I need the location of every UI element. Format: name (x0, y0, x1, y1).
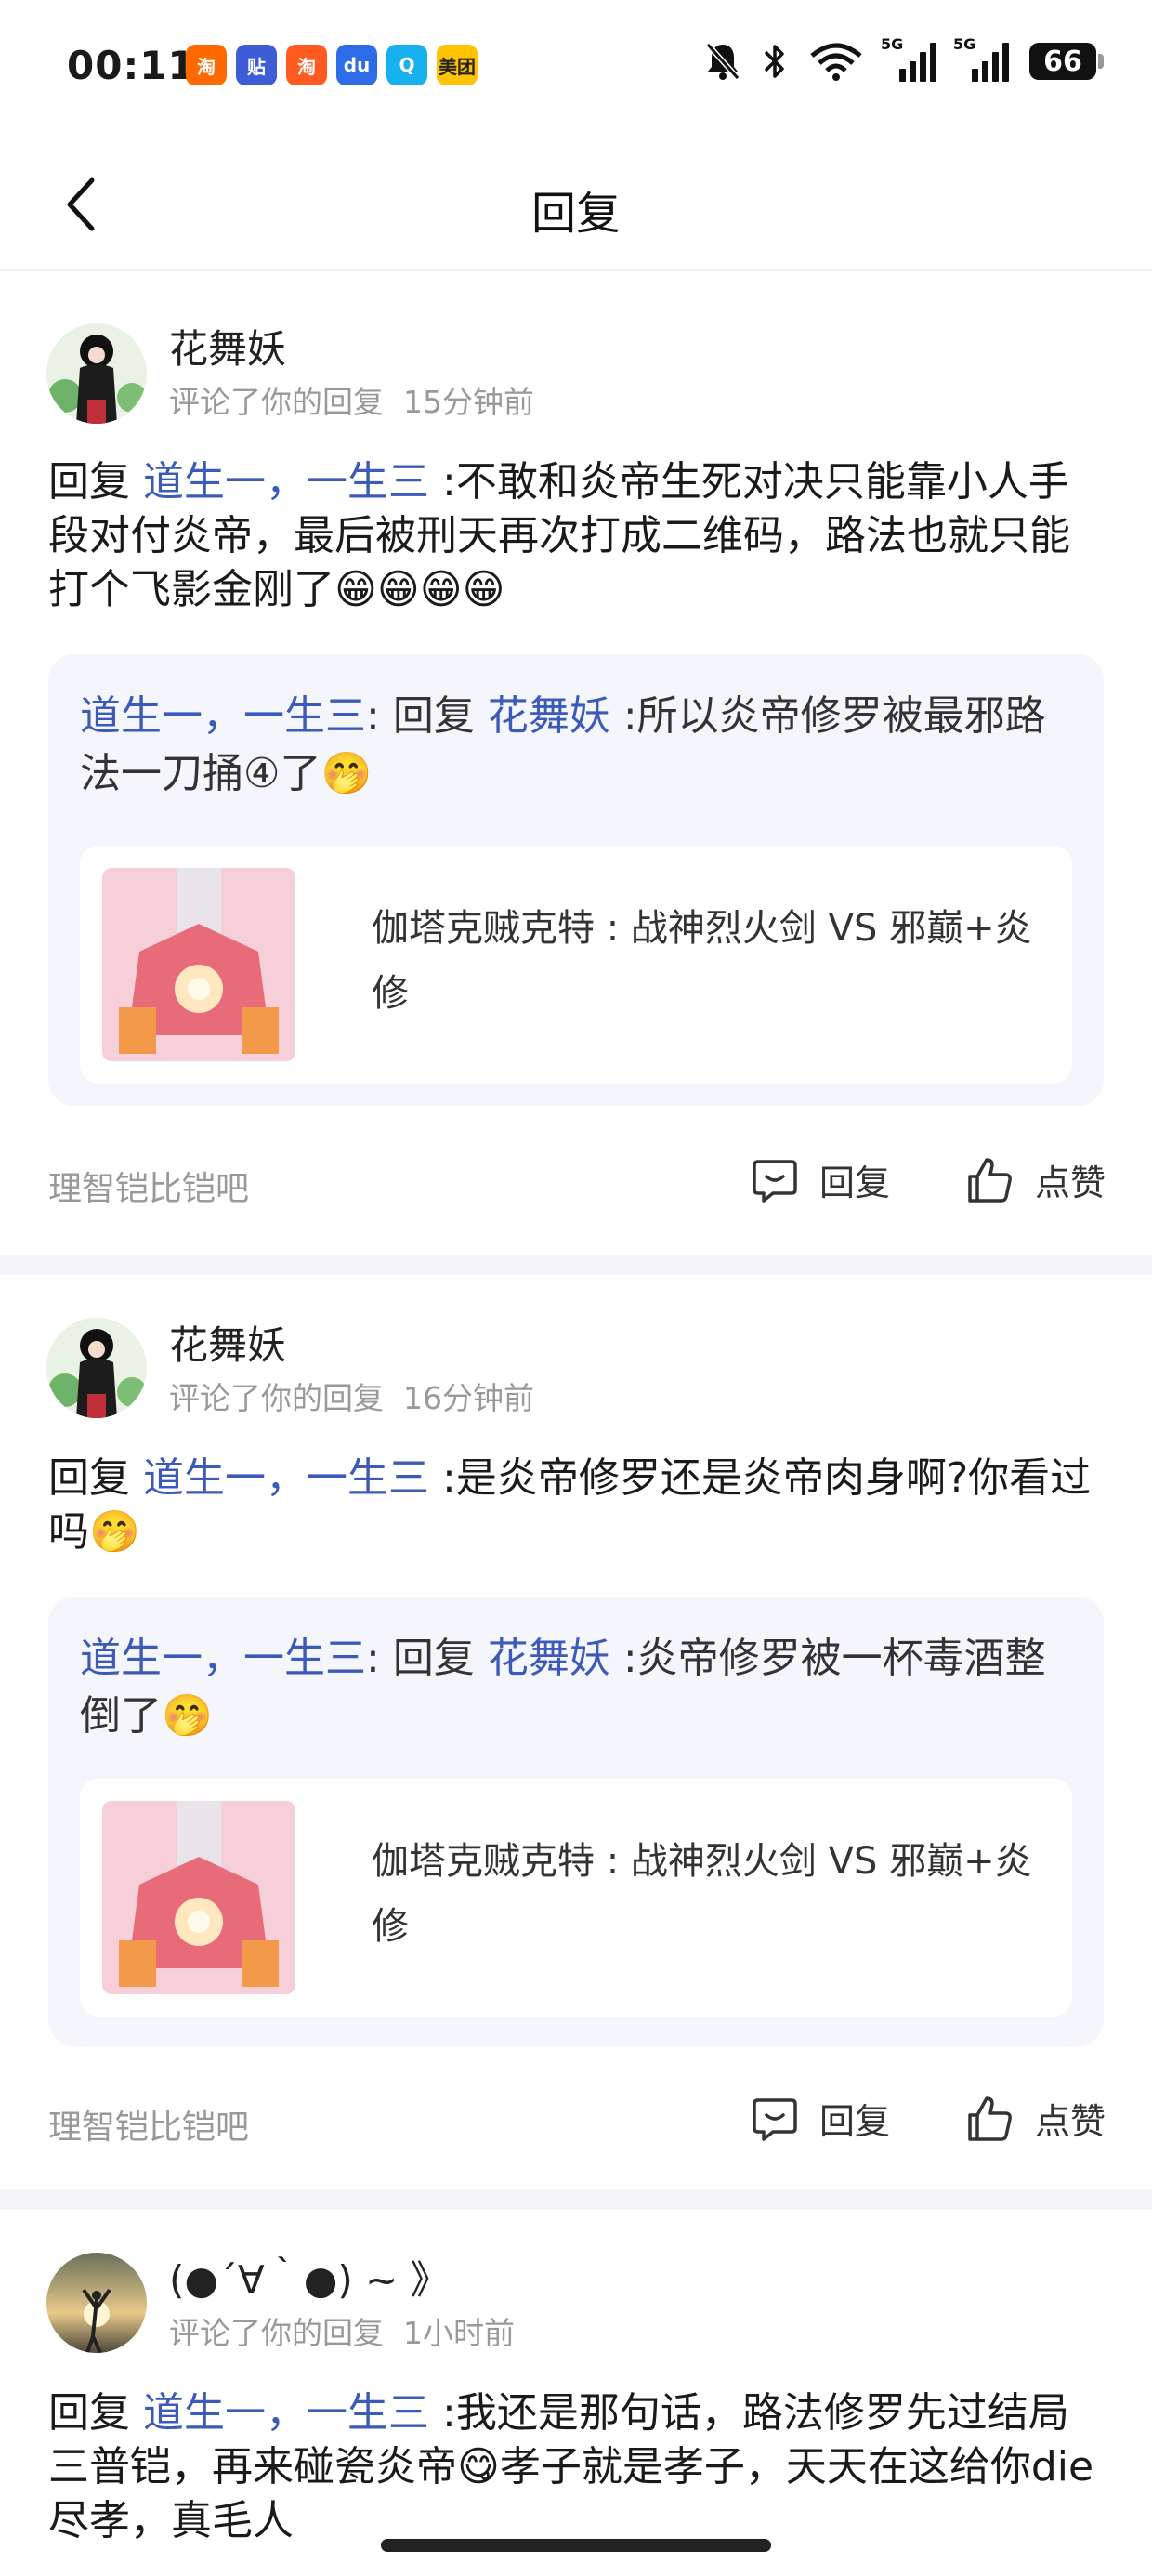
quote-target-link[interactable]: 花舞妖 (488, 1635, 610, 1682)
user-name[interactable]: 花舞妖 (169, 1314, 286, 1371)
forum-name[interactable]: 理智铠比铠吧 (48, 1162, 249, 1210)
meta-action: 评论了你的回复 (169, 1380, 384, 1416)
tieba-icon: 贴 (236, 45, 277, 85)
reply-prefix: 回复 (48, 1454, 130, 1502)
original-post-card[interactable]: 伽塔克贼克特 : 战神烈火剑 VS 邪巅+炎修 (80, 1779, 1072, 2017)
quote-author-link[interactable]: 道生一，一生三 (80, 1635, 366, 1682)
nav-header: 回复 (0, 139, 1152, 271)
meta-action: 评论了你的回复 (169, 2315, 384, 2351)
meta-time: 15分钟前 (402, 384, 534, 420)
network-type-label-2: 5G (953, 35, 976, 53)
reply-button-label: 回复 (819, 1163, 891, 1203)
home-indicator[interactable] (381, 2539, 771, 2552)
post-title: 伽塔克贼克特 : 战神烈火剑 VS 邪巅+炎修 (372, 907, 1032, 1015)
battery-icon: 66 (1029, 43, 1104, 80)
quoted-reply-text: 道生一，一生三: 回复 花舞妖 :所以炎帝修罗被最邪路法一刀捅④了🤭 (80, 688, 1074, 803)
avatar[interactable] (46, 2253, 147, 2353)
reply-content[interactable]: 回复 道生一，一生三 :是炎帝修罗还是炎帝肉身啊?你看过吗🤭 (48, 1452, 1107, 1559)
emoji-grin-icon: 😁😁😁😁 (334, 566, 505, 613)
quote-separator: : (366, 1635, 380, 1682)
post-thumbnail (102, 868, 295, 1061)
taobao-icon: 淘 (186, 45, 227, 85)
page-title: 回复 (530, 188, 621, 240)
wifi-icon (810, 43, 862, 81)
post-title: 伽塔克贼克特 : 战神烈火剑 VS 邪巅+炎修 (372, 1840, 1032, 1948)
quote-author-link[interactable]: 道生一，一生三 (80, 692, 366, 740)
emoji-hand-over-mouth-icon: 🤭 (162, 1692, 213, 1740)
reply-content[interactable]: 回复 道生一，一生三 :不敢和炎帝生死对决只能靠小人手段对付炎帝，最后被刑天再次… (48, 455, 1107, 617)
status-indicators: 5G 5G 66 (704, 35, 1104, 82)
post-thumbnail (102, 1801, 295, 1994)
quote-separator: : (366, 692, 380, 740)
original-post-card[interactable]: 伽塔克贼克特 : 战神烈火剑 VS 邪巅+炎修 (80, 846, 1072, 1084)
signal-strength-icon-2: 5G (953, 35, 1009, 82)
reply-meta: 评论了你的回复 16分钟前 (169, 1373, 534, 1418)
avatar[interactable] (46, 1318, 147, 1418)
item-divider (0, 2189, 1152, 2210)
forum-name[interactable]: 理智铠比铠吧 (48, 2100, 249, 2149)
meta-action: 评论了你的回复 (169, 384, 384, 420)
quote-prefix: 回复 (392, 692, 475, 740)
like-button-label: 点赞 (1035, 1163, 1106, 1203)
comment-icon (753, 1159, 797, 1203)
like-button[interactable]: 点赞 (966, 1154, 1106, 1205)
reply-meta: 评论了你的回复 1小时前 (169, 2308, 515, 2353)
thumbs-up-icon (968, 2096, 1012, 2141)
status-bar: 00:11 淘贴淘 du Q 美团 5G 5G 66 (0, 0, 1152, 139)
signal-strength-icon: 5G (881, 35, 936, 82)
reply-prefix: 回复 (48, 2389, 130, 2437)
mute-bell-icon (705, 43, 740, 80)
emoji-hand-over-mouth-icon: 🤭 (89, 1508, 140, 1556)
reply-target-link[interactable]: 道生一，一生三 (143, 458, 429, 506)
avatar-image (46, 323, 147, 424)
avatar-image (46, 1318, 147, 1418)
item-divider (0, 1255, 1152, 1275)
like-button[interactable]: 点赞 (966, 2093, 1106, 2144)
reply-button[interactable]: 回复 (751, 1154, 890, 1205)
reply-notification-item[interactable]: 花舞妖 评论了你的回复 15分钟前 回复 道生一，一生三 :不敢和炎帝生死对决只… (0, 271, 1152, 1264)
comment-icon (753, 2097, 797, 2141)
user-name[interactable]: (●´∀｀●) ~ 》 (169, 2249, 450, 2306)
avatar-image (46, 2253, 147, 2353)
avatar[interactable] (46, 323, 147, 424)
thumbs-up-icon (968, 1157, 1012, 1203)
reply-notification-item[interactable]: (●´∀｀●) ~ 》 评论了你的回复 1小时前 回复 道生一，一生三 :我还是… (0, 2210, 1152, 2576)
emoji-yum-icon: 😋 (457, 2443, 500, 2491)
xiaohongshu-icon: 淘 (286, 45, 327, 85)
meta-time: 1小时前 (402, 2315, 515, 2351)
quote-target-link[interactable]: 花舞妖 (488, 692, 610, 740)
reply-prefix: 回复 (48, 458, 130, 506)
notification-app-icons: 淘贴淘 du Q 美团 (186, 45, 478, 85)
reply-target-link[interactable]: 道生一，一生三 (143, 2389, 429, 2437)
meta-time: 16分钟前 (402, 1380, 534, 1416)
baidu-icon: du (336, 45, 377, 85)
like-button-label: 点赞 (1035, 2101, 1106, 2142)
reply-button[interactable]: 回复 (751, 2093, 890, 2144)
network-type-label: 5G (881, 35, 904, 53)
bluetooth-icon (764, 45, 784, 78)
emoji-hand-over-mouth-icon: 🤭 (321, 750, 373, 797)
reply-content[interactable]: 回复 道生一，一生三 :我还是那句话，路法修罗先过结局三普铠，再来碰瓷炎帝😋孝子… (48, 2386, 1107, 2548)
meituan-icon: 美团 (437, 45, 478, 85)
quoted-reply[interactable]: 道生一，一生三: 回复 花舞妖 :炎帝修罗被一杯毒酒整倒了🤭 伽塔克贼克特 : … (48, 1597, 1104, 2046)
reply-meta: 评论了你的回复 15分钟前 (169, 377, 534, 422)
quoted-reply[interactable]: 道生一，一生三: 回复 花舞妖 :所以炎帝修罗被最邪路法一刀捅④了🤭 伽塔克贼克… (48, 654, 1104, 1106)
user-name[interactable]: 花舞妖 (169, 318, 286, 375)
quote-prefix: 回复 (392, 1635, 475, 1682)
qq-icon: Q (386, 45, 427, 85)
reply-target-link[interactable]: 道生一，一生三 (143, 1454, 429, 1502)
reply-button-label: 回复 (819, 2101, 891, 2142)
quoted-reply-text: 道生一，一生三: 回复 花舞妖 :炎帝修罗被一杯毒酒整倒了🤭 (80, 1630, 1074, 1745)
reply-notification-item[interactable]: 花舞妖 评论了你的回复 16分钟前 回复 道生一，一生三 :是炎帝修罗还是炎帝肉… (0, 1275, 1152, 2182)
status-time: 00:11 (67, 43, 196, 88)
